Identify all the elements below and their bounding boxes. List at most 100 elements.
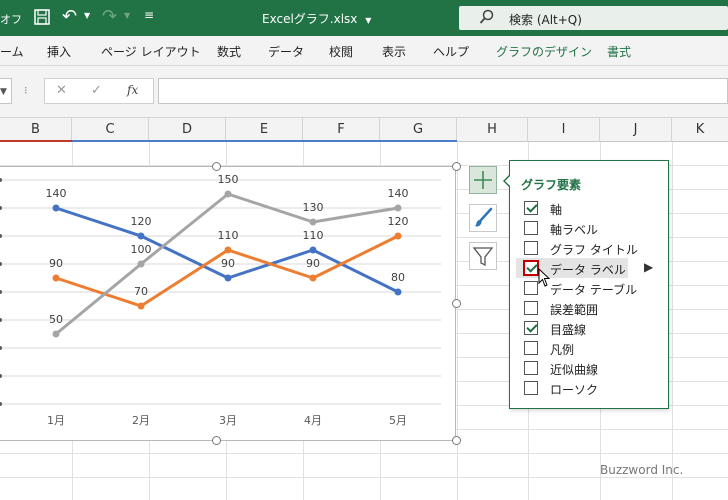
element-label: 誤差範囲 xyxy=(550,303,599,317)
checkbox-up-down-bars[interactable] xyxy=(524,381,538,395)
y-tick-fragment xyxy=(0,374,2,378)
name-box-dropdown-icon[interactable]: ▼ xyxy=(0,87,7,97)
element-row-trendline[interactable]: 近似曲線 xyxy=(516,358,668,378)
element-row-axis-titles[interactable]: 軸ラベル xyxy=(516,218,668,238)
tab-data[interactable]: データ xyxy=(268,43,304,60)
data-label: 80 xyxy=(391,271,405,284)
insert-function-icon[interactable]: fx xyxy=(127,83,138,97)
redo-dropdown-icon[interactable]: ▼ xyxy=(124,11,130,20)
tab-page-layout[interactable]: ページ レイアウト xyxy=(101,43,201,60)
data-label: 140 xyxy=(46,187,67,200)
tab-help[interactable]: ヘルプ xyxy=(433,43,469,60)
column-header-e[interactable]: E xyxy=(226,118,303,142)
data-point xyxy=(52,330,60,338)
customize-qat-icon[interactable]: ≡ xyxy=(144,8,154,22)
search-box[interactable]: 検索 (Alt+Q) xyxy=(459,6,728,30)
element-row-axes[interactable]: 軸 xyxy=(516,198,668,218)
formula-bar-grip-icon[interactable]: ⁝ xyxy=(24,84,28,97)
element-row-up-down-bars[interactable]: ローソク xyxy=(516,378,668,398)
title-bar: オフ ↶ ▼ ↷ ▼ ≡ Excelグラフ.xlsx ▼ 検索 (Alt+Q) xyxy=(0,0,728,36)
element-label: 凡例 xyxy=(550,343,575,357)
paintbrush-icon xyxy=(475,207,493,227)
element-row-data-labels[interactable]: データ ラベル xyxy=(516,258,628,278)
data-point xyxy=(224,246,232,254)
checkbox-data-table[interactable] xyxy=(524,281,538,295)
autosave-toggle[interactable]: オフ xyxy=(0,11,22,27)
document-title[interactable]: Excelグラフ.xlsx ▼ xyxy=(262,10,371,27)
tab-review[interactable]: 校閲 xyxy=(329,43,353,60)
chart-styles-button[interactable] xyxy=(469,204,497,232)
resize-handle-bottom-center[interactable] xyxy=(212,436,221,445)
data-label: 110 xyxy=(303,229,324,242)
checkbox-error-bars[interactable] xyxy=(524,301,538,315)
tab-view[interactable]: 表示 xyxy=(382,43,406,60)
chart-filters-button[interactable] xyxy=(469,242,497,270)
column-header-f[interactable]: F xyxy=(303,118,380,142)
ribbon-tabs: ーム 挿入 ページ レイアウト 数式 データ 校閲 表示 ヘルプ グラフのデザイ… xyxy=(0,36,728,66)
undo-dropdown-icon[interactable]: ▼ xyxy=(84,11,90,20)
element-label: データ ラベル xyxy=(550,263,626,277)
column-header-j[interactable]: J xyxy=(600,118,672,142)
checkbox-axis-titles[interactable] xyxy=(524,221,538,235)
column-header-b[interactable]: B xyxy=(0,118,72,142)
column-header-k[interactable]: K xyxy=(672,118,728,142)
element-label: データ テーブル xyxy=(550,283,638,297)
chart-area[interactable]: 1月 2月 3月 4月 5月 140 120 90 110 80 90 70 110 90 120 50 100… xyxy=(0,166,456,441)
undo-icon[interactable]: ↶ xyxy=(62,6,77,27)
data-label: 70 xyxy=(134,285,148,298)
tab-chart-design[interactable]: グラフのデザイン xyxy=(496,43,592,60)
y-tick-fragment xyxy=(0,402,2,406)
resize-handle-top-right[interactable] xyxy=(452,162,461,171)
resize-handle-top-center[interactable] xyxy=(212,162,221,171)
checkbox-data-labels[interactable] xyxy=(523,260,539,276)
line-chart[interactable]: 1月 2月 3月 4月 5月 140 120 90 110 80 90 70 110 90 120 50 100… xyxy=(0,167,456,442)
element-row-chart-title[interactable]: グラフ タイトル xyxy=(516,238,668,258)
x-tick-label: 5月 xyxy=(389,414,407,427)
tab-home[interactable]: ーム xyxy=(0,43,24,60)
panel-pointer-inner xyxy=(505,175,511,187)
column-header-d[interactable]: D xyxy=(149,118,226,142)
element-label: ローソク xyxy=(550,383,599,397)
data-point xyxy=(309,274,317,282)
redo-icon[interactable]: ↷ xyxy=(102,6,117,27)
data-label: 90 xyxy=(221,257,235,270)
tab-format[interactable]: 書式 xyxy=(607,43,631,60)
save-icon[interactable] xyxy=(34,9,50,29)
formula-input[interactable] xyxy=(158,78,728,104)
chart-elements-button[interactable] xyxy=(469,166,497,194)
checkbox-legend[interactable] xyxy=(524,341,538,355)
checkbox-chart-title[interactable] xyxy=(524,241,538,255)
element-row-legend[interactable]: 凡例 xyxy=(516,338,668,358)
submenu-arrow-icon[interactable]: ▶ xyxy=(644,260,653,274)
search-placeholder: 検索 (Alt+Q) xyxy=(509,13,582,27)
watermark: Buzzword Inc. xyxy=(600,463,684,477)
tab-insert[interactable]: 挿入 xyxy=(47,43,71,60)
filter-icon xyxy=(472,247,494,267)
element-row-gridlines[interactable]: 目盛線 xyxy=(516,318,668,338)
column-header-g[interactable]: G xyxy=(380,118,457,142)
resize-handle-middle-right[interactable] xyxy=(452,299,461,308)
tab-formulas[interactable]: 数式 xyxy=(217,43,241,60)
cancel-icon[interactable]: ✕ xyxy=(56,83,67,98)
series-line xyxy=(55,234,399,308)
checkbox-gridlines[interactable] xyxy=(524,321,538,335)
plus-icon xyxy=(474,171,492,189)
element-label: 目盛線 xyxy=(550,323,587,337)
data-label: 90 xyxy=(306,257,320,270)
chart-elements-panel: グラフ要素 軸 軸ラベル グラフ タイトル データ ラベル ▶ データ テーブル… xyxy=(509,160,669,409)
enter-icon[interactable]: ✓ xyxy=(91,83,102,98)
formula-bar: ▼ ⁝ ✕ ✓ fx xyxy=(0,66,728,118)
x-tick-label: 3月 xyxy=(219,414,237,427)
y-tick-fragment xyxy=(0,262,2,266)
resize-handle-bottom-right[interactable] xyxy=(452,436,461,445)
column-header-h[interactable]: H xyxy=(457,118,528,142)
checkbox-axes[interactable] xyxy=(524,201,538,215)
data-point xyxy=(137,260,145,268)
column-header-i[interactable]: I xyxy=(528,118,600,142)
y-tick-fragment xyxy=(0,206,2,210)
element-row-error-bars[interactable]: 誤差範囲 xyxy=(516,298,668,318)
data-point xyxy=(224,274,232,282)
data-label: 120 xyxy=(388,215,409,228)
checkbox-trendline[interactable] xyxy=(524,361,538,375)
column-header-c[interactable]: C xyxy=(72,118,149,142)
